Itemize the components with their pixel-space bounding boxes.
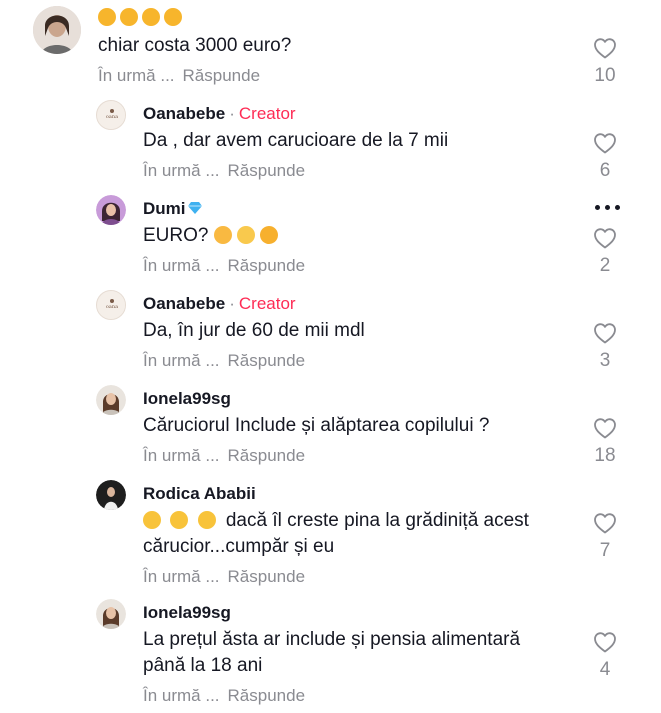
face-with-rolling-eyes-icon [237,226,256,244]
creator-badge: Creator [238,294,296,313]
comment-author-row: Rodica Ababii [143,484,256,504]
like-button[interactable]: 3 [585,322,625,372]
heart-icon [593,227,617,249]
comment-time: În urmă ... [143,686,220,705]
more-options-icon[interactable] [595,205,620,210]
reply-button[interactable]: Răspunde [183,66,261,85]
like-count: 18 [594,445,616,466]
comment-text: EURO? [143,222,282,249]
comment-time: În urmă ... [143,161,220,180]
comment-text: dacă îl creste pina la grădiniță acest c… [143,508,563,560]
comment-text-line: dacă îl creste pina la grădiniță acest [225,510,529,531]
face-with-hand-over-mouth-icon [213,226,232,244]
username[interactable]: Ionela99sg [143,603,231,622]
grinning-face-icon [197,511,216,529]
like-button[interactable]: 18 [585,417,625,467]
comment-text-line: până la 18 ani [143,655,263,676]
hug-emoji-icon [120,8,138,26]
like-button[interactable]: 2 [585,227,625,277]
comment-time: În urmă ... [143,351,220,370]
heart-icon [593,631,617,653]
heart-icon [593,417,617,439]
comment-meta: În urmă ... Răspunde [143,686,305,706]
comment-text: Da , dar avem carucioare de la 7 mii [143,130,449,151]
like-count: 2 [599,255,611,276]
diamond-icon [187,202,202,214]
comment-time: În urmă ... [143,567,220,586]
reply-button[interactable]: Răspunde [228,351,306,370]
heart-icon [593,322,617,344]
reply-button[interactable]: Răspunde [228,256,306,275]
separator: · [229,294,235,313]
comment-author-row: Oanabebe · Creator [143,294,296,314]
creator-badge: Creator [238,104,296,123]
heart-icon [593,37,617,59]
reply-button[interactable]: Răspunde [228,446,306,465]
like-button[interactable]: 4 [585,631,625,681]
username[interactable]: Oanabebe [143,294,225,313]
grinning-face-icon [170,511,189,529]
comment-author-row: Dumi [143,199,202,219]
comment-time: În urmă ... [98,66,175,85]
username[interactable]: Dumi [143,199,186,218]
heart-icon [593,512,617,534]
comment-meta: În urmă ... Răspunde [98,66,260,86]
comment-meta: În urmă ... Răspunde [143,446,305,466]
like-button[interactable]: 10 [585,37,625,87]
like-count: 3 [599,350,611,371]
avatar[interactable]: oana [96,100,126,130]
comment-text-content: EURO? [143,225,209,246]
svg-text:oana: oana [106,114,118,120]
username[interactable]: Ionela99sg [143,389,231,408]
comment-text: Căruciorul Include și alăptarea copilulu… [143,415,490,436]
separator: · [229,104,235,123]
rolling-on-floor-laughing-icon [257,222,282,248]
comment-author-row: Ionela99sg [143,389,231,409]
like-count: 7 [599,540,611,561]
avatar[interactable]: oana [96,290,126,320]
reply-button[interactable]: Răspunde [228,161,306,180]
like-count: 6 [599,160,611,181]
comment-text: Da, în jur de 60 de mii mdl [143,320,365,341]
avatar[interactable] [96,195,126,225]
like-count: 10 [594,65,616,86]
like-button[interactable]: 7 [585,512,625,562]
like-button[interactable]: 6 [585,132,625,182]
svg-text:oana: oana [106,304,118,310]
reply-button[interactable]: Răspunde [228,567,306,586]
comment-text-line: cărucior...cumpăr și eu [143,536,335,557]
reply-button[interactable]: Răspunde [228,686,306,705]
comment-author-row: Ionela99sg [143,603,231,623]
grinning-face-icon [143,511,161,529]
username[interactable]: Rodica Ababii [143,484,256,503]
avatar[interactable] [96,480,126,510]
comment-meta: În urmă ... Răspunde [143,256,305,276]
comment-text: La prețul ăsta ar include și pensia alim… [143,627,563,679]
comment-text: chiar costa 3000 euro? [98,35,292,56]
hug-emoji-icon [142,8,160,26]
avatar[interactable] [96,599,126,629]
avatar[interactable] [33,6,81,54]
comment-meta: În urmă ... Răspunde [143,567,305,587]
heart-icon [593,132,617,154]
hug-emoji-icon [98,8,116,26]
comment-author-row: Oanabebe · Creator [143,104,296,124]
avatar[interactable] [96,385,126,415]
comment-text-line: La prețul ăsta ar include și pensia alim… [143,629,521,650]
hug-emoji-icon [164,8,182,26]
comment-meta: În urmă ... Răspunde [143,161,305,181]
username[interactable]: Oanabebe [143,104,225,123]
comment-time: În urmă ... [143,446,220,465]
like-count: 4 [599,659,611,680]
emoji-badges [98,8,182,26]
comment-time: În urmă ... [143,256,220,275]
comment-meta: În urmă ... Răspunde [143,351,305,371]
